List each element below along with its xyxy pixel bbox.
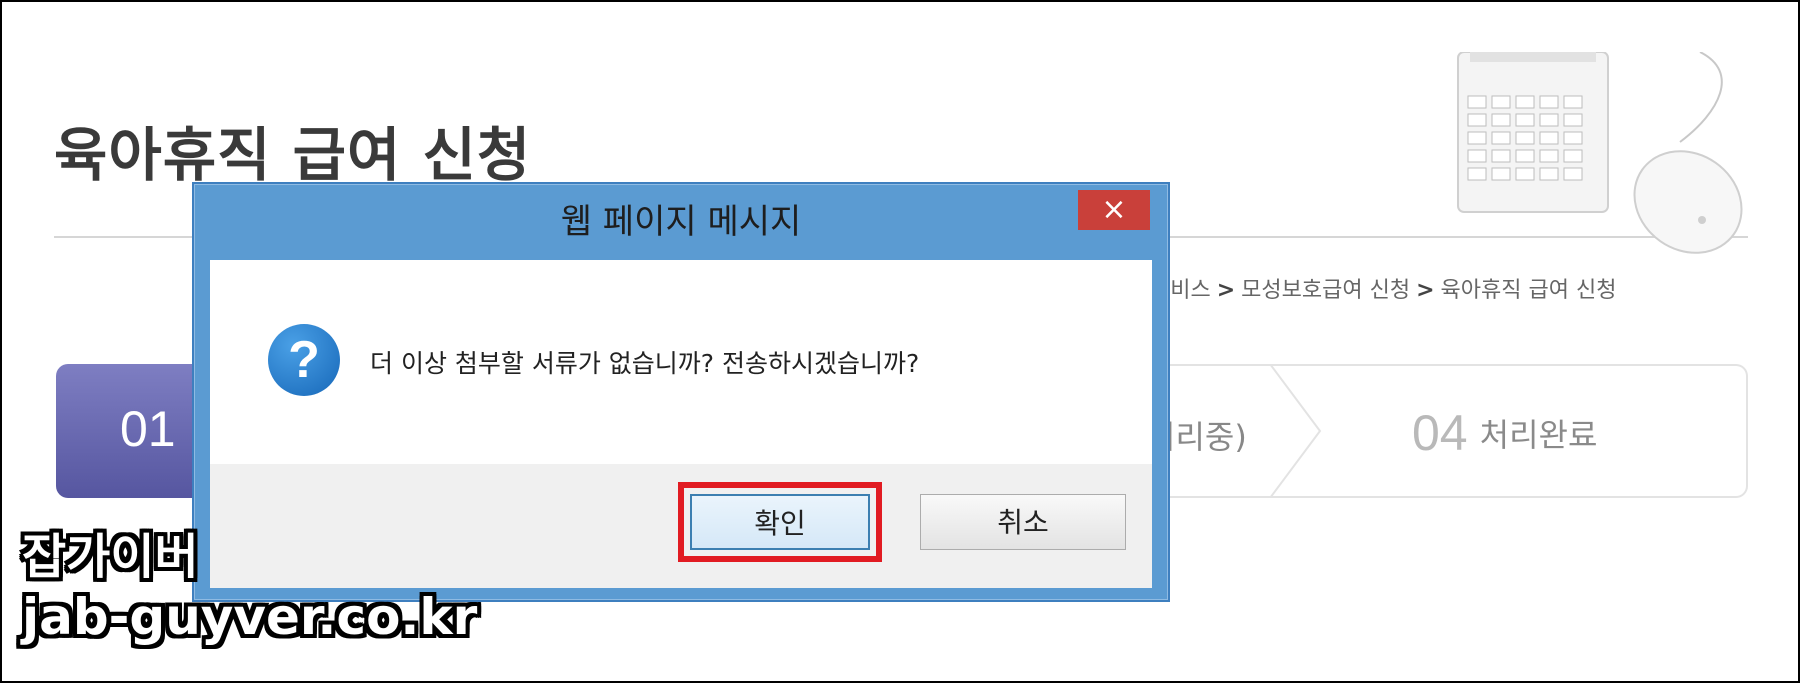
close-button[interactable]: ×	[1078, 190, 1150, 230]
breadcrumb-item[interactable]: 모성보호급여 신청	[1241, 278, 1410, 303]
watermark-brand: 잡가이버	[22, 529, 199, 585]
dialog-message: 더 이상 첨부할 서류가 없습니까? 전송하시겠습니까?	[370, 349, 920, 378]
step-number: 04	[1412, 405, 1468, 461]
ok-button[interactable]: 확인	[690, 494, 870, 550]
calculator-mouse-illustration	[1457, 52, 1743, 254]
breadcrumb: 서비스 > 모성보호급여 신청 > 육아휴직 급여 신청	[1150, 272, 1616, 304]
step-04: 04 처리완료	[1412, 404, 1597, 462]
step-number: 01	[120, 401, 176, 457]
breadcrumb-separator: >	[1416, 278, 1435, 303]
page-title: 육아휴직 급여 신청	[54, 121, 532, 189]
question-icon: ?	[268, 324, 340, 396]
cancel-button[interactable]: 취소	[920, 494, 1126, 550]
step-01-active: 01	[56, 364, 206, 498]
dialog-title: 웹 페이지 메시지	[560, 202, 802, 242]
watermark-url: jab-guyver.co.kr	[22, 588, 478, 646]
breadcrumb-separator: >	[1216, 278, 1236, 303]
breadcrumb-item: 육아휴직 급여 신청	[1440, 278, 1617, 303]
step-chevron-divider	[1270, 364, 1322, 498]
step-label: 처리완료	[1479, 416, 1598, 454]
watermark: 잡가이버 jab-guyver.co.kr	[22, 528, 477, 648]
close-icon: ×	[1101, 192, 1127, 227]
